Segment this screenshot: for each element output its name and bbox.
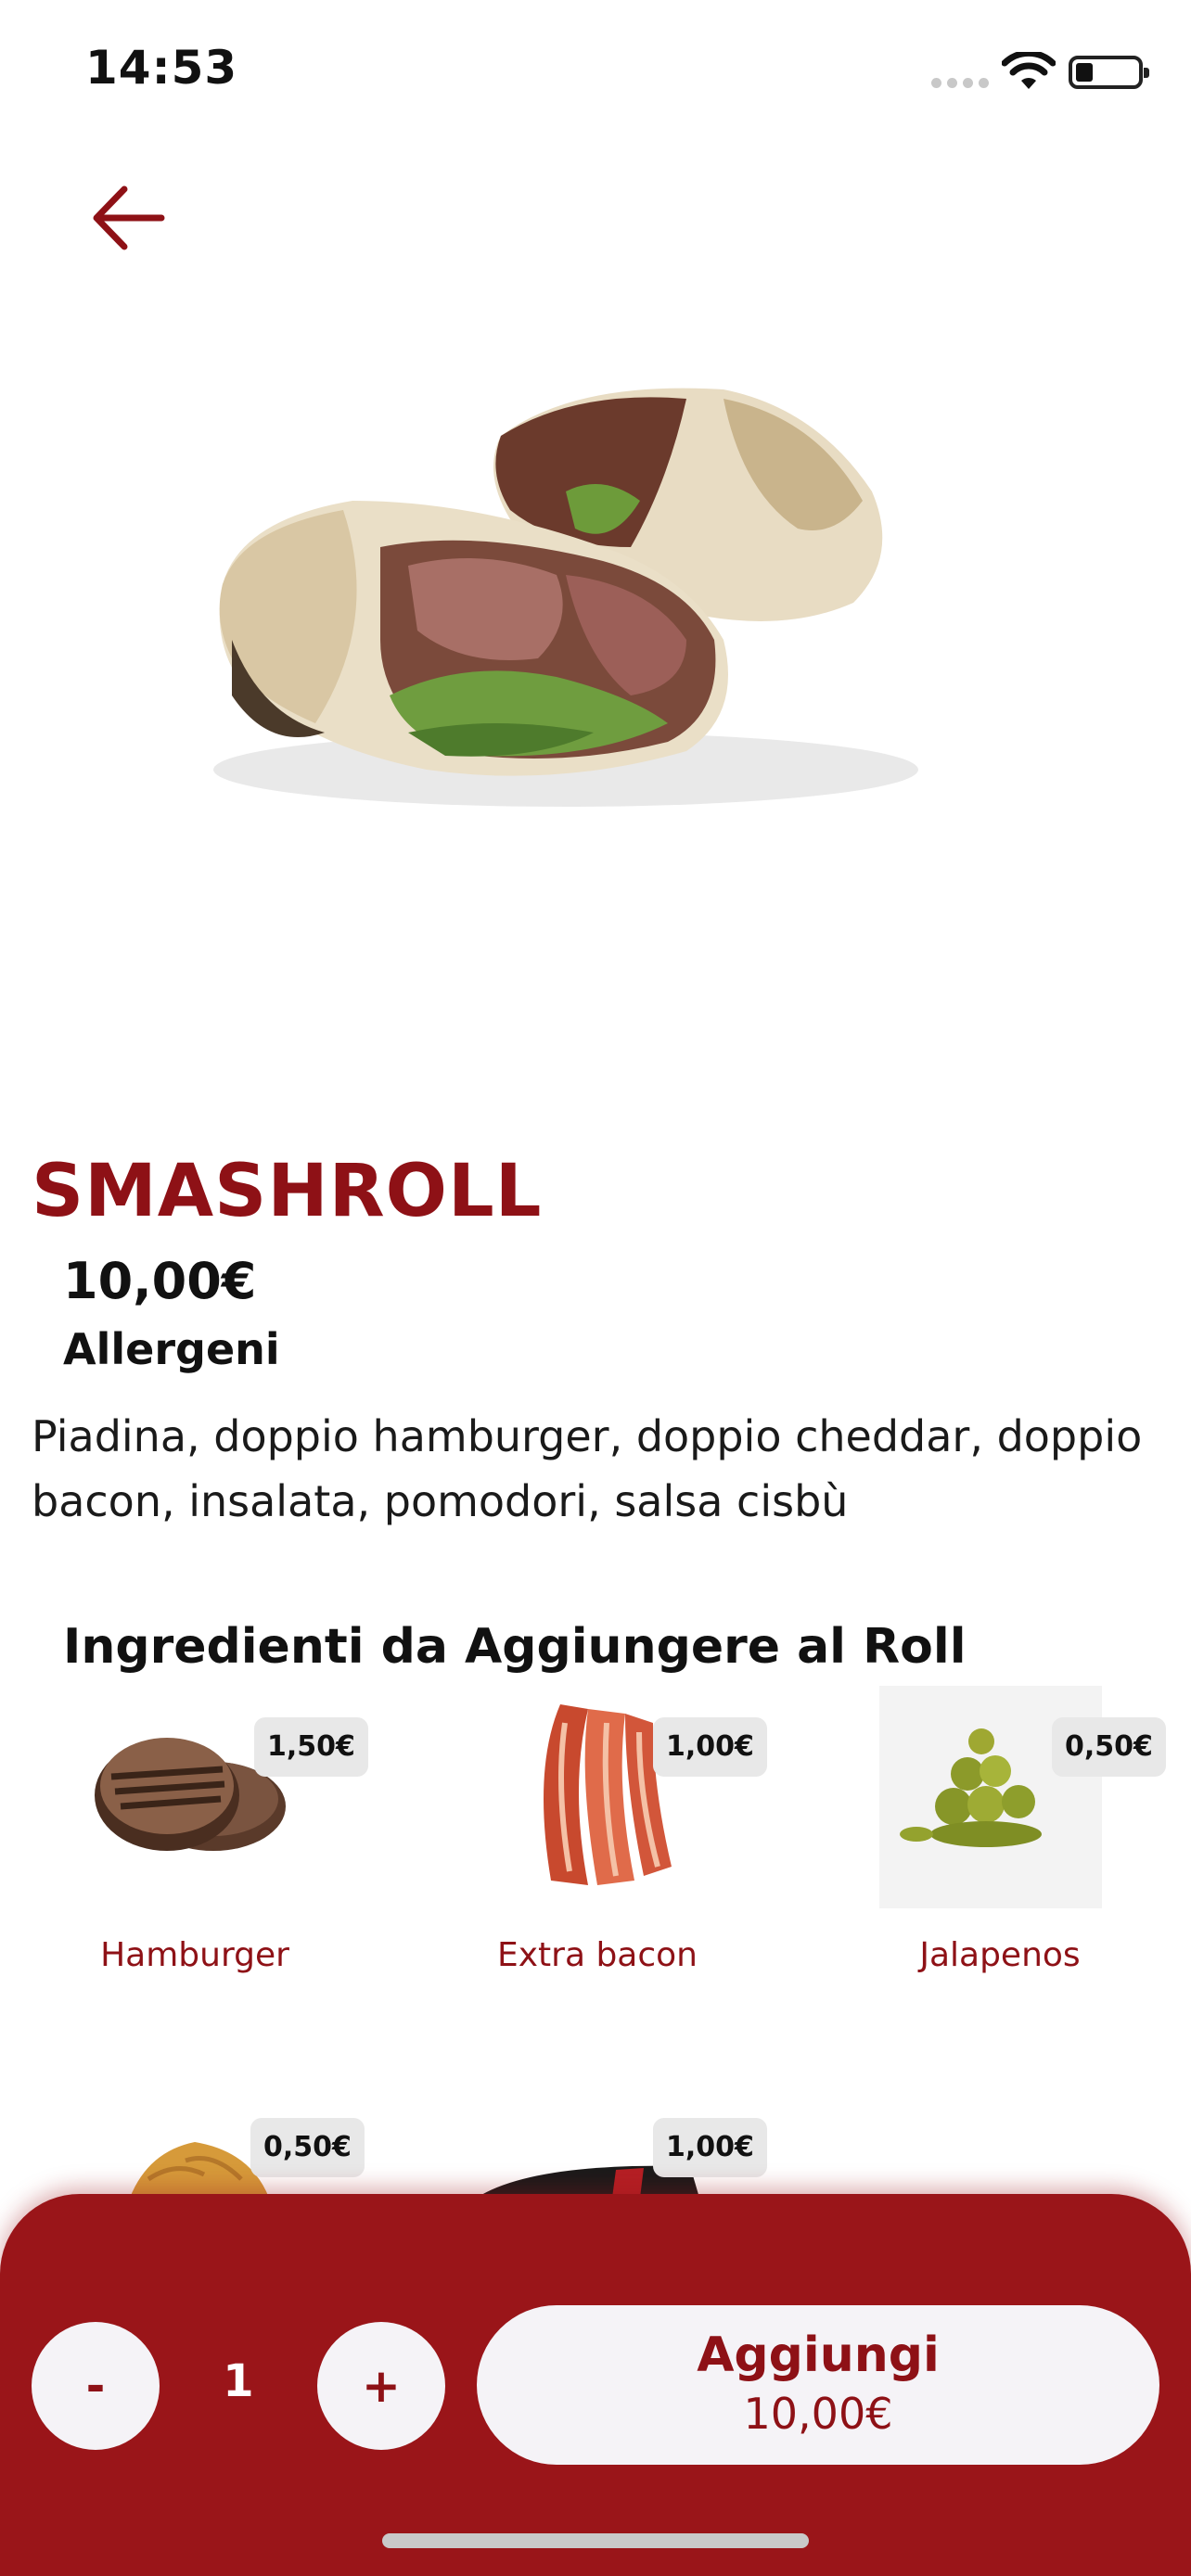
add-to-cart-price: 10,00€ (743, 2389, 893, 2439)
cellular-signal-icon (931, 78, 989, 91)
extra-price-badge: 1,50€ (254, 1717, 368, 1777)
extra-price-badge: 1,00€ (653, 2118, 767, 2177)
battery-icon (1069, 56, 1149, 89)
add-to-cart-button[interactable]: Aggiungi 10,00€ (477, 2305, 1159, 2465)
quantity-value: 1 (223, 2355, 254, 2407)
extra-item-hamburger[interactable]: 1,50€ Hamburger (37, 1686, 368, 1974)
increase-quantity-button[interactable]: + (317, 2322, 445, 2450)
extra-price-badge: 0,50€ (250, 2118, 365, 2177)
extra-item-sauce[interactable]: 1,00€ (440, 2086, 767, 2198)
status-bar: 14:53 (0, 0, 1191, 139)
extra-label: Jalapenos (919, 1936, 1081, 1974)
decrease-quantity-button[interactable]: - (32, 2322, 160, 2450)
product-price: 10,00€ (63, 1252, 257, 1310)
extra-label: Hamburger (100, 1936, 289, 1974)
extra-label: Extra bacon (496, 1936, 698, 1974)
extra-item-extra-bacon[interactable]: 1,00€ Extra bacon (440, 1686, 767, 1974)
extra-price-badge: 0,50€ (1052, 1717, 1166, 1777)
home-indicator (382, 2533, 809, 2548)
add-to-cart-label: Aggiungi (697, 2327, 940, 2383)
wifi-icon (1002, 52, 1056, 89)
product-image (213, 388, 918, 807)
back-arrow-icon[interactable] (89, 182, 167, 254)
extra-price-badge: 1,00€ (653, 1717, 767, 1777)
extra-item-jalapenos[interactable]: 0,50€ Jalapenos (842, 1686, 1166, 1974)
product-description: Piadina, doppio hamburger, doppio chedda… (32, 1411, 1143, 1526)
allergens-link[interactable]: Allergeni (63, 1324, 280, 1374)
status-time: 14:53 (85, 41, 238, 95)
extra-item-fried-onion[interactable]: 0,50€ (37, 2086, 365, 2198)
product-title: SMASHROLL (32, 1150, 543, 1233)
extras-section-title: Ingredienti da Aggiungere al Roll (63, 1619, 967, 1675)
